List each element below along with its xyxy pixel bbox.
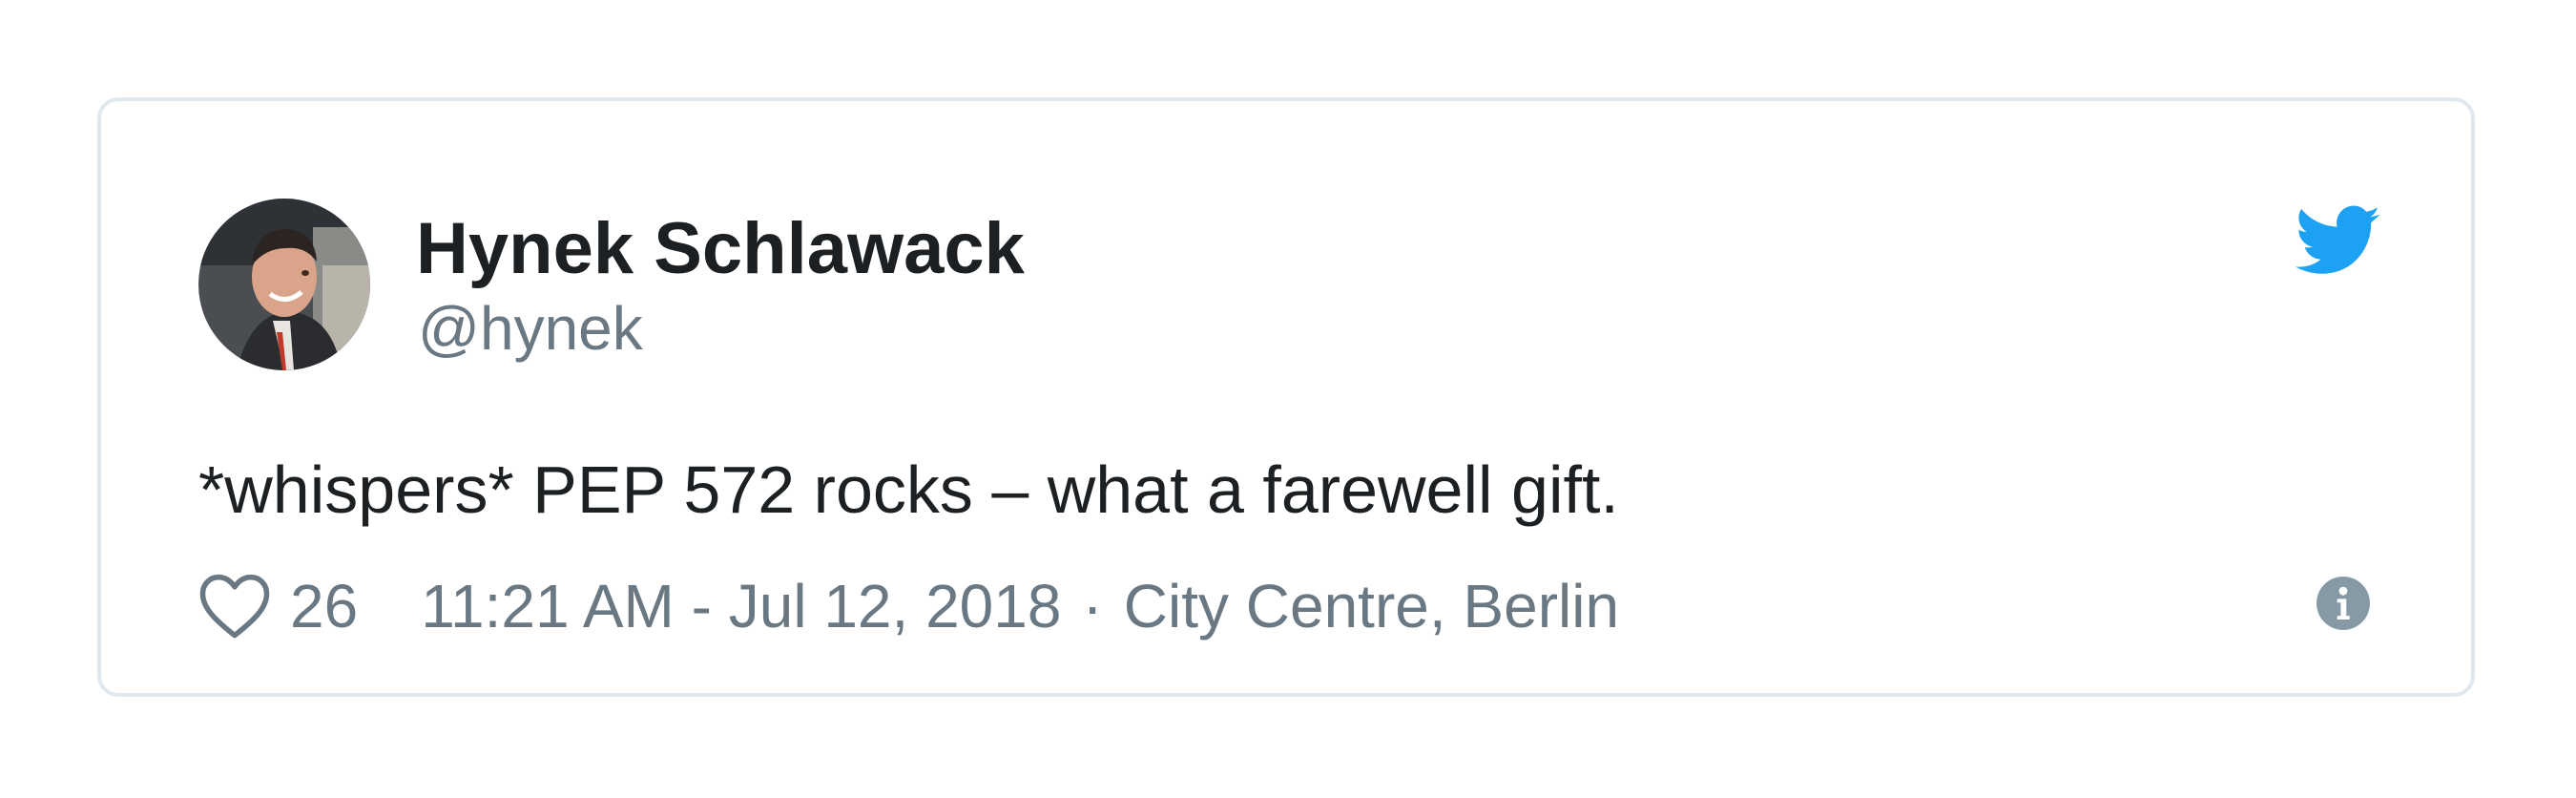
timestamp-link[interactable]: 11:21 AM - Jul 12, 2018	[421, 571, 1061, 641]
tweet-text: *whispers* PEP 572 rocks – what a farewe…	[198, 452, 1619, 527]
location-link[interactable]: City Centre, Berlin	[1124, 571, 1619, 641]
avatar-image	[198, 199, 370, 370]
twitter-bird-icon[interactable]	[2296, 204, 2381, 279]
separator-dot: ·	[1082, 572, 1103, 640]
author-name[interactable]: Hynek Schlawack	[416, 206, 1025, 292]
like-count[interactable]: 26	[290, 571, 358, 641]
tweet-footer: 26 11:21 AM - Jul 12, 2018 · City Centre…	[198, 563, 1619, 649]
avatar[interactable]	[198, 199, 370, 370]
info-icon[interactable]	[2316, 577, 2370, 630]
author-handle[interactable]: @hynek	[418, 292, 643, 365]
tweet-card: Hynek Schlawack @hynek *whispers* PEP 57…	[97, 97, 2475, 697]
heart-icon[interactable]	[198, 573, 271, 640]
